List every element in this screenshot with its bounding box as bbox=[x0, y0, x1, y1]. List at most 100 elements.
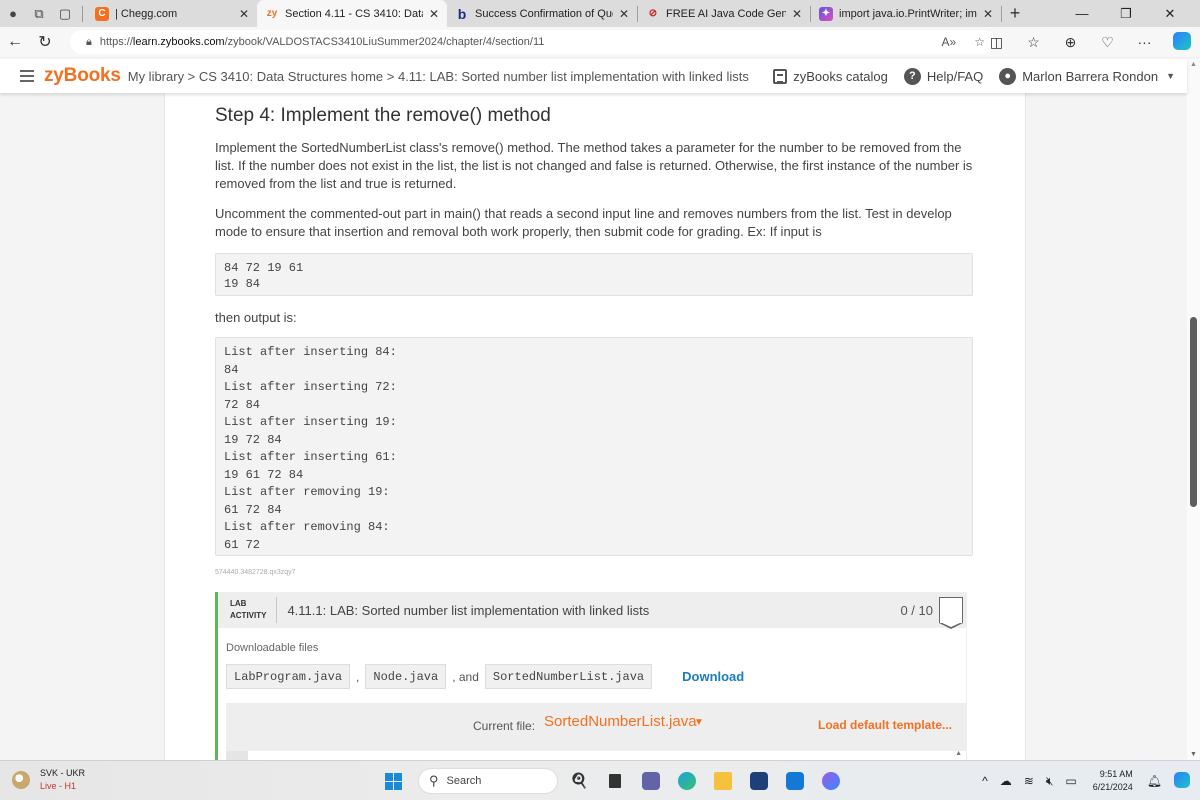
split-screen-icon[interactable]: ◫ bbox=[978, 34, 1015, 51]
content-hash-id: 574440.3482728.qx3zqy7 bbox=[215, 569, 296, 576]
help-label: Help/FAQ bbox=[926, 68, 984, 84]
favorites-icon[interactable]: ☆ bbox=[1015, 34, 1052, 51]
read-aloud-icon[interactable]: A» bbox=[942, 35, 957, 49]
tab-title: Section 4.11 - CS 3410: Data Stru bbox=[285, 7, 423, 20]
zybooks-icon: zy bbox=[266, 8, 278, 19]
copilot-pre-icon[interactable] bbox=[1174, 771, 1190, 791]
browser-tab-ai-code-generator[interactable]: ⊘ FREE AI Java Code Generator: Ge ✕ bbox=[638, 0, 810, 27]
minimize-icon[interactable]: — bbox=[1060, 0, 1104, 27]
file-chip-sortednumberlist[interactable]: SortedNumberList.java bbox=[484, 664, 653, 689]
user-name: Marlon Barrera Rondon bbox=[1022, 68, 1159, 84]
file-chip-labprogram[interactable]: LabProgram.java bbox=[226, 664, 351, 689]
teams-icon[interactable] bbox=[636, 767, 666, 795]
close-tab-icon[interactable]: ✕ bbox=[983, 7, 993, 21]
breadcrumb[interactable]: My library > CS 3410: Data Structures ho… bbox=[128, 69, 749, 84]
file-chip-node[interactable]: Node.java bbox=[365, 664, 447, 689]
close-tab-icon[interactable]: ✕ bbox=[619, 7, 629, 21]
url-path: /zybook/VALDOSTACS3410LiuSummer2024/chap… bbox=[224, 36, 545, 48]
address-bar-row: ← ↻ 🔒︎ https://learn.zybooks.com/zybook/… bbox=[0, 27, 1200, 57]
browser-tab-success-confirmation[interactable]: b Success Confirmation of Questio ✕ bbox=[447, 0, 637, 27]
app-icon: ✦ bbox=[819, 6, 833, 21]
lab-tag-line2: ACTIVITY bbox=[230, 611, 267, 620]
sports-widget[interactable]: SVK - UKR Live - H1 bbox=[12, 767, 85, 793]
clock[interactable]: 9:51 AM 6/21/2024 bbox=[1093, 768, 1133, 794]
close-tab-icon[interactable]: ✕ bbox=[239, 7, 249, 21]
edge-icon[interactable] bbox=[672, 767, 702, 795]
scroll-down-icon[interactable]: ▼ bbox=[1190, 751, 1197, 758]
tab-actions-icon[interactable]: ▢ bbox=[52, 0, 78, 27]
tab-title: Success Confirmation of Questio bbox=[475, 7, 613, 20]
start-icon[interactable] bbox=[385, 772, 402, 790]
copilot-app-icon[interactable] bbox=[816, 767, 846, 795]
editor-scroll-up-icon[interactable]: ▲ bbox=[955, 750, 962, 757]
browser-tab-chegg[interactable]: C | Chegg.com ✕ bbox=[87, 0, 257, 27]
browser-essentials-icon[interactable]: ♡ bbox=[1089, 34, 1126, 51]
editor-code-area[interactable] bbox=[248, 751, 966, 760]
chevron-down-icon[interactable]: ▼ bbox=[694, 717, 704, 728]
download-button[interactable]: Download bbox=[682, 669, 744, 684]
lab-activity: LAB ACTIVITY 4.11.1: LAB: Sorted number … bbox=[215, 592, 967, 760]
scroll-up-icon[interactable]: ▲ bbox=[1190, 61, 1197, 68]
current-file-selector[interactable]: SortedNumberList.java bbox=[544, 713, 697, 730]
lab-activity-header: LAB ACTIVITY 4.11.1: LAB: Sorted number … bbox=[218, 592, 967, 629]
refresh-icon[interactable]: ↻ bbox=[30, 27, 60, 57]
zybooks-header: zyBooks My library > CS 3410: Data Struc… bbox=[0, 59, 1187, 93]
collections-icon[interactable]: ⊕ bbox=[1052, 34, 1089, 51]
scrollbar-thumb[interactable] bbox=[1190, 317, 1197, 507]
microsoft-store-icon[interactable] bbox=[744, 767, 774, 795]
file-explorer-icon[interactable] bbox=[708, 767, 738, 795]
page-scrollbar[interactable]: ▲ ▼ bbox=[1187, 59, 1200, 760]
task-view-icon[interactable] bbox=[600, 767, 630, 795]
tab-title: | Chegg.com bbox=[115, 7, 178, 20]
close-window-icon[interactable]: ✕ bbox=[1148, 0, 1192, 27]
bing-icon: b bbox=[457, 5, 467, 22]
lab-tag-line1: LAB bbox=[230, 599, 247, 608]
workspaces-icon[interactable]: ⧉ bbox=[26, 0, 52, 27]
show-hidden-icons[interactable]: ^ bbox=[982, 774, 988, 788]
left-gutter bbox=[0, 93, 165, 760]
onedrive-icon[interactable]: ☁ bbox=[1000, 774, 1012, 788]
lock-icon[interactable]: 🔒︎ bbox=[86, 36, 92, 49]
wifi-icon[interactable]: ≋ bbox=[1024, 774, 1034, 788]
ai-code-generator-icon: ⊘ bbox=[648, 8, 658, 19]
mail-icon[interactable] bbox=[780, 767, 810, 795]
url-host: learn.zybooks.com bbox=[132, 36, 225, 48]
current-file-label: Current file: bbox=[473, 719, 536, 733]
help-faq-link[interactable]: ? Help/FAQ bbox=[903, 67, 984, 85]
code-editor[interactable]: ▲ bbox=[226, 747, 966, 760]
load-default-template-button[interactable]: Load default template... bbox=[818, 718, 952, 732]
file-separator: , and bbox=[452, 669, 479, 684]
back-icon[interactable]: ← bbox=[0, 27, 30, 57]
example-output-block: List after inserting 84: 84 List after i… bbox=[215, 337, 973, 556]
battery-icon[interactable]: ▭ bbox=[1065, 774, 1076, 788]
instructions-paragraph-2: Uncomment the commented-out part in main… bbox=[215, 206, 952, 239]
clock-date: 6/21/2024 bbox=[1092, 782, 1133, 792]
clock-time: 9:51 AM bbox=[1099, 769, 1133, 779]
volume-muted-icon[interactable]: 🔇︎ bbox=[1046, 774, 1054, 789]
tab-strip-divider bbox=[82, 5, 83, 22]
menu-icon[interactable] bbox=[20, 70, 34, 82]
new-tab-button[interactable]: + bbox=[1002, 3, 1028, 24]
close-tab-icon[interactable]: ✕ bbox=[429, 7, 439, 21]
editor-line-gutter bbox=[226, 751, 248, 760]
search-highlight-icon[interactable]: 🍳︎ bbox=[564, 767, 594, 795]
user-menu[interactable]: ● Marlon Barrera Rondon ▼ bbox=[999, 67, 1175, 85]
system-tray: ^ ☁ ≋ 🔇︎ ▭ 9:51 AM 6/21/2024 🔔︎ bbox=[976, 761, 1200, 800]
step-title: Step 4: Implement the remove() method bbox=[215, 105, 551, 126]
more-menu-icon[interactable]: ··· bbox=[1126, 34, 1163, 50]
zybooks-catalog-link[interactable]: zyBooks catalog bbox=[773, 68, 888, 84]
notifications-bell-icon[interactable]: 🔔︎ bbox=[1147, 774, 1162, 788]
windows-taskbar: SVK - UKR Live - H1 ⚲ Search 🍳︎ ^ ☁ ≋ 🔇︎… bbox=[0, 760, 1200, 800]
zybooks-logo[interactable]: zyBooks bbox=[44, 65, 121, 87]
downloadable-files-label: Downloadable files bbox=[226, 642, 319, 654]
editor-toolbar: Current file: SortedNumberList.java ▼ Lo… bbox=[226, 703, 966, 747]
browser-tab-printwriter[interactable]: ✦ import java.io.PrintWriter; impor ✕ bbox=[811, 0, 1001, 27]
restore-icon[interactable]: ❐ bbox=[1104, 0, 1148, 27]
close-tab-icon[interactable]: ✕ bbox=[792, 7, 802, 21]
file-separator: , bbox=[356, 669, 360, 684]
copilot-icon[interactable] bbox=[1163, 31, 1200, 53]
taskbar-search[interactable]: ⚲ Search bbox=[418, 768, 558, 794]
profile-icon[interactable]: ● bbox=[0, 0, 26, 27]
browser-tab-zybooks[interactable]: zy Section 4.11 - CS 3410: Data Stru ✕ bbox=[257, 0, 447, 27]
address-bar[interactable]: 🔒︎ https://learn.zybooks.com/zybook/VALD… bbox=[70, 30, 995, 54]
